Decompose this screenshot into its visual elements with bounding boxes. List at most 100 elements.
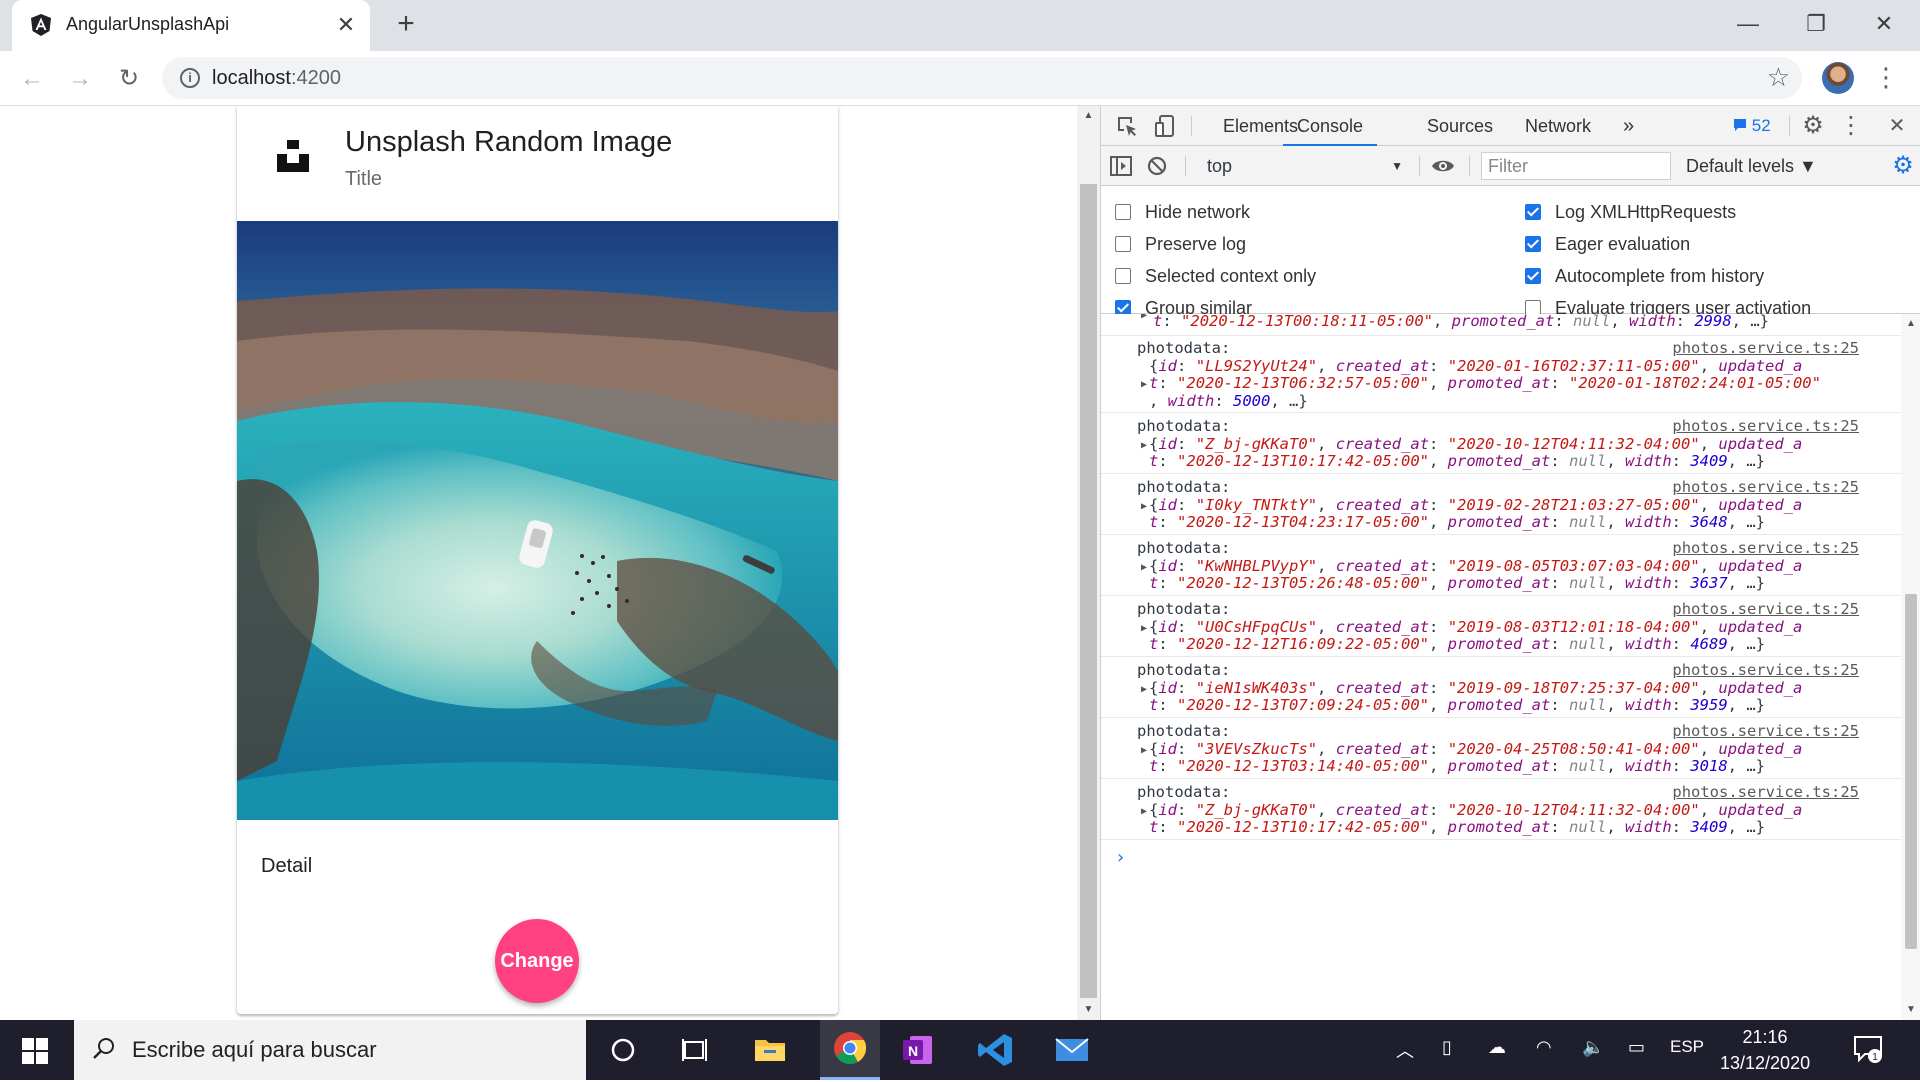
page-viewport: Unsplash Random Image Title Detail Chang… (0, 106, 1077, 1020)
wifi-icon[interactable]: ◠ (1536, 1037, 1552, 1058)
entry-source-link[interactable]: photos.service.ts:25 (1672, 783, 1859, 801)
log-levels-dropdown[interactable]: Default levels ▼ (1686, 152, 1817, 180)
checkbox[interactable] (1115, 236, 1131, 252)
entry-source-link[interactable]: photos.service.ts:25 (1672, 722, 1859, 740)
restore-icon[interactable]: ❐ (1796, 8, 1836, 40)
message-count-badge[interactable]: 52 (1733, 106, 1771, 146)
close-tab-icon[interactable]: ✕ (332, 11, 360, 39)
taskbar-search[interactable]: Escribe aquí para buscar (74, 1020, 586, 1080)
entry-source-link[interactable]: photos.service.ts:25 (1672, 478, 1859, 496)
scroll-up-icon[interactable]: ▲ (1901, 314, 1920, 334)
language-indicator[interactable]: ESP (1670, 1037, 1704, 1057)
info-icon[interactable]: i (180, 68, 200, 88)
device-icon[interactable]: ▯ (1442, 1037, 1452, 1058)
live-expression-eye-icon[interactable] (1431, 154, 1455, 178)
file-explorer-icon[interactable] (746, 1026, 794, 1074)
devtools-menu-icon[interactable]: ⋮ (1839, 114, 1863, 138)
close-devtools-icon[interactable]: ✕ (1885, 114, 1909, 138)
option-eager-evaluation[interactable]: Eager evaluation (1525, 232, 1690, 256)
scroll-up-icon[interactable]: ▲ (1077, 106, 1100, 126)
browser-menu-icon[interactable]: ⋮ (1873, 63, 1899, 95)
bookmark-star-icon[interactable]: ☆ (1767, 62, 1790, 93)
expand-triangle-icon[interactable]: ▶ (1141, 562, 1147, 573)
entry-source-link[interactable]: photos.service.ts:25 (1672, 600, 1859, 618)
device-toolbar-icon[interactable] (1153, 114, 1177, 138)
unsplash-logo-icon (277, 140, 309, 172)
console-entry: photodata: photos.service.ts:25 ▶ {id: "Z_b… (1101, 780, 1901, 840)
option-selected-context[interactable]: Selected context only (1115, 264, 1316, 288)
volume-icon[interactable]: 🔈 (1582, 1037, 1604, 1058)
console-prompt-icon[interactable]: › (1115, 847, 1126, 868)
onedrive-cloud-icon[interactable]: ☁ (1488, 1037, 1506, 1058)
scroll-down-icon[interactable]: ▼ (1077, 1000, 1100, 1020)
entry-label: photodata: (1137, 339, 1231, 357)
windows-start-icon[interactable] (22, 1038, 48, 1064)
entry-object-line: t: "2020-12-13T06:32:57-05:00", promoted… (1149, 374, 1821, 392)
clear-console-icon[interactable] (1145, 154, 1169, 178)
change-button[interactable]: Change (495, 919, 579, 1003)
address-bar[interactable]: i localhost:4200 ☆ (162, 57, 1802, 99)
option-preserve-log[interactable]: Preserve log (1115, 232, 1246, 256)
window-close-icon[interactable]: ✕ (1864, 8, 1904, 40)
taskbar-clock[interactable]: 21:16 13/12/2020 (1720, 1024, 1810, 1076)
battery-icon[interactable]: ▭ (1628, 1037, 1645, 1058)
expand-triangle-icon[interactable]: ▶ (1141, 440, 1147, 451)
checkbox[interactable] (1525, 236, 1541, 252)
card-subtitle: Title (345, 168, 383, 190)
page-scrollbar[interactable]: ▲ ▼ (1077, 106, 1100, 1020)
entry-label: photodata: (1137, 600, 1231, 618)
tab-console[interactable]: Console (1283, 106, 1378, 146)
sidebar-toggle-icon[interactable] (1109, 154, 1133, 178)
minimize-icon[interactable]: — (1728, 8, 1768, 40)
checkbox[interactable] (1525, 268, 1541, 284)
inspect-element-icon[interactable] (1115, 114, 1139, 138)
expand-triangle-icon[interactable]: ▶ (1141, 314, 1147, 321)
browser-tab[interactable]: AngularUnsplashApi ✕ (12, 0, 370, 51)
filter-input[interactable]: Filter (1481, 152, 1671, 180)
checkbox[interactable] (1115, 204, 1131, 220)
forward-icon[interactable]: → (64, 63, 96, 95)
console-scrollbar[interactable]: ▲ ▼ (1901, 314, 1920, 1020)
option-hide-network[interactable]: Hide network (1115, 200, 1250, 224)
card-detail: Detail (261, 855, 313, 877)
expand-triangle-icon[interactable]: ▶ (1141, 501, 1147, 512)
back-icon[interactable]: ← (16, 63, 48, 95)
checkbox[interactable] (1525, 204, 1541, 220)
checkbox[interactable] (1115, 268, 1131, 284)
entry-source-link[interactable]: photos.service.ts:25 (1672, 417, 1859, 435)
expand-triangle-icon[interactable]: ▶ (1141, 806, 1147, 817)
more-tabs-icon[interactable]: » (1623, 106, 1634, 146)
mail-icon[interactable] (1048, 1026, 1096, 1074)
cortana-icon[interactable] (599, 1026, 647, 1074)
new-tab-button[interactable]: + (390, 8, 422, 40)
show-hidden-icons[interactable]: ︿ (1396, 1037, 1414, 1063)
reload-icon[interactable]: ↻ (113, 63, 145, 95)
page-scroll-thumb[interactable] (1080, 184, 1097, 998)
entry-object-line: {id: "KwNHBLPVypY", created_at: "2019-08… (1149, 556, 1803, 575)
option-autocomplete-history[interactable]: Autocomplete from history (1525, 264, 1764, 288)
context-select[interactable]: top ▼ (1201, 152, 1409, 180)
entry-source-link[interactable]: photos.service.ts:25 (1672, 661, 1859, 679)
entry-object-line: t: "2020-12-13T03:14:40-05:00", promoted… (1149, 757, 1765, 775)
onenote-icon[interactable]: N (894, 1026, 942, 1074)
vscode-icon[interactable] (972, 1026, 1020, 1074)
entry-label: photodata: (1137, 417, 1231, 435)
task-view-icon[interactable] (671, 1026, 719, 1074)
profile-avatar[interactable] (1822, 62, 1854, 94)
chrome-taskbar-button[interactable] (820, 1020, 880, 1080)
console-settings-icon[interactable]: ⚙ (1891, 154, 1915, 178)
expand-triangle-icon[interactable]: ▶ (1141, 684, 1147, 695)
tab-network[interactable]: Network (1525, 106, 1591, 146)
option-log-xhr[interactable]: Log XMLHttpRequests (1525, 200, 1736, 224)
expand-triangle-icon[interactable]: ▶ (1141, 745, 1147, 756)
tab-sources[interactable]: Sources (1427, 106, 1493, 146)
entry-source-link[interactable]: photos.service.ts:25 (1672, 339, 1859, 357)
action-center-icon[interactable]: 1 (1852, 1034, 1884, 1064)
console-entry: photodata: photos.service.ts:25 ▶ {id: "U0C… (1101, 597, 1901, 657)
expand-triangle-icon[interactable]: ▶ (1141, 623, 1147, 634)
expand-triangle-icon[interactable]: ▶ (1141, 379, 1147, 390)
entry-source-link[interactable]: photos.service.ts:25 (1672, 539, 1859, 557)
console-scroll-thumb[interactable] (1905, 594, 1917, 949)
settings-gear-icon[interactable]: ⚙ (1801, 114, 1825, 138)
scroll-down-icon[interactable]: ▼ (1901, 1000, 1920, 1020)
